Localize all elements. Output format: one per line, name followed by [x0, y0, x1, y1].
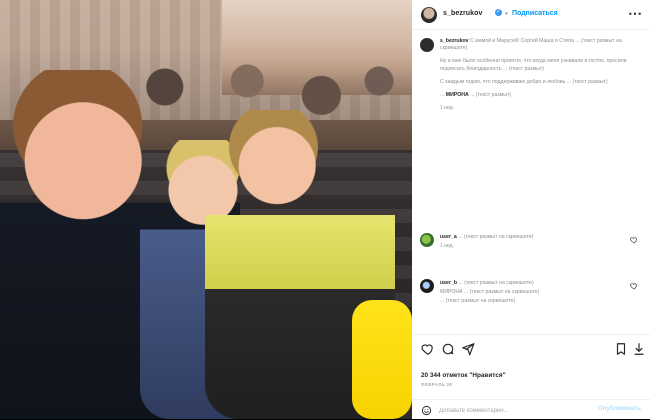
caption-avatar[interactable]	[420, 38, 434, 52]
author-username[interactable]: s_bezrukov	[443, 10, 483, 17]
verified-badge-icon: ✓	[495, 9, 502, 16]
heart-icon[interactable]	[630, 282, 638, 290]
follow-button[interactable]: Подписаться	[512, 10, 558, 17]
comment-text: user_b ... (текст размыт на скриншоте) М…	[440, 280, 630, 306]
caption-paragraph: Ну а мне было особенно приятно, что когд…	[440, 58, 627, 72]
caption-username[interactable]: s_bezrukov	[440, 38, 469, 44]
comment-avatar[interactable]	[420, 279, 434, 293]
heart-icon[interactable]	[630, 236, 638, 244]
separator-dot: •	[505, 9, 508, 18]
comment-meta: 1 нед.	[440, 243, 454, 250]
instagram-post-modal: s_bezrukov ✓ • Подписаться ⋯ s_bezrukov …	[0, 0, 650, 419]
comment-text: user_a ... (текст размыт на скриншоте) 1…	[440, 234, 630, 250]
more-options-button[interactable]: ⋯	[628, 5, 642, 22]
comment-icon[interactable]	[441, 342, 455, 356]
comment-username[interactable]: user_a	[440, 234, 457, 240]
comment-body: ... (текст размыт на скриншоте)	[458, 280, 534, 286]
comment-item: user_b ... (текст размыт на скриншоте) М…	[420, 279, 642, 329]
caption-highlight: МИРОНА	[445, 92, 469, 99]
caption-time: 1 нед.	[440, 105, 454, 112]
add-comment-bar: Опубликовать	[412, 399, 650, 420]
caption-comment: s_bezrukov С мамой и Марусей! Сергей Маш…	[420, 38, 642, 258]
comment-input[interactable]	[439, 406, 589, 416]
caption-text: s_bezrukov С мамой и Марусей! Сергей Маш…	[440, 38, 630, 112]
photo-yellow-leg	[352, 300, 412, 419]
bookmark-icon[interactable]	[614, 342, 628, 356]
emoji-icon[interactable]	[421, 405, 432, 416]
comments-list: s_bezrukov С мамой и Марусей! Сергей Маш…	[412, 31, 650, 334]
comment-item: user_a ... (текст размыт на скриншоте) 1…	[420, 233, 642, 255]
heart-icon[interactable]	[421, 342, 435, 356]
comment-username[interactable]: user_b	[440, 280, 457, 286]
comment-body-cont: МИРОНА ... (текст размыт на скриншоте)	[440, 289, 540, 296]
likes-count[interactable]: 20 344 отметок "Нравится"	[421, 372, 506, 379]
comment-body: ... (текст размыт на скриншоте)	[458, 234, 534, 240]
post-actions: 20 344 отметок "Нравится" ФЕВРАЛЬ 26 Опу…	[412, 334, 650, 419]
download-icon[interactable]	[632, 342, 646, 356]
post-photo	[0, 0, 412, 419]
post-header: s_bezrukov ✓ • Подписаться ⋯	[412, 0, 650, 30]
post-comment-button[interactable]: Опубликовать	[598, 406, 641, 412]
caption-paragraph: ... МИРОНА ... (текст размыт)	[440, 92, 512, 99]
caption-paragraph: С каждым годом, что поддерживаю добро и …	[440, 78, 608, 85]
post-date: ФЕВРАЛЬ 26	[421, 383, 453, 388]
comment-body-cont: ... (текст размыт на скриншоте)	[440, 298, 516, 305]
post-side-panel: s_bezrukov ✓ • Подписаться ⋯ s_bezrukov …	[412, 0, 650, 419]
comment-avatar[interactable]	[420, 233, 434, 247]
author-avatar[interactable]	[421, 7, 437, 23]
share-icon[interactable]	[461, 342, 475, 356]
